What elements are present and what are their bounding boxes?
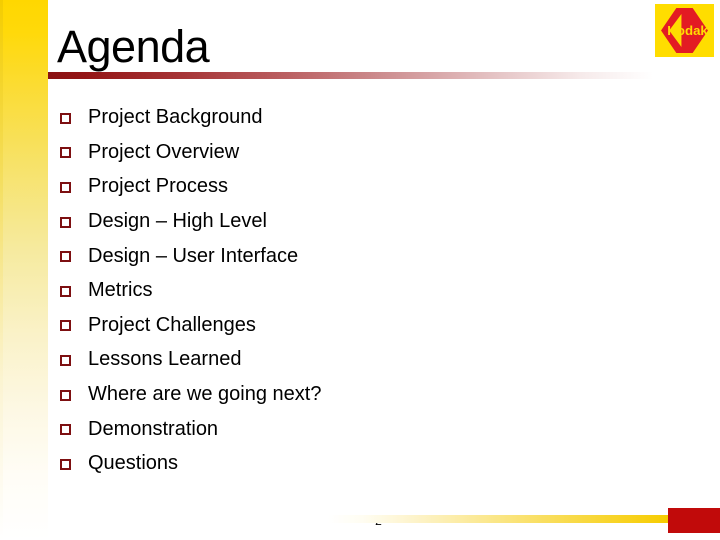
footer-gradient-bar xyxy=(328,515,668,523)
hollow-square-bullet-icon xyxy=(60,147,71,159)
list-item-label: Design – High Level xyxy=(88,210,267,233)
list-item-label: Project Overview xyxy=(88,140,240,163)
kodak-logo: Kodak xyxy=(655,4,714,57)
hollow-square-bullet-icon xyxy=(60,216,71,228)
slide-canvas: Agenda Project Background Project Overvi… xyxy=(0,0,720,540)
list-item: Where are we going next? xyxy=(60,377,640,412)
list-item: Project Process xyxy=(60,169,640,204)
list-item-label: Metrics xyxy=(88,279,153,302)
hollow-square-bullet-icon xyxy=(60,285,71,297)
list-item: Questions xyxy=(60,446,640,481)
slide-title: Agenda xyxy=(57,21,210,72)
list-item: Demonstration xyxy=(60,411,640,446)
list-item-label: Project Background xyxy=(88,106,263,129)
hollow-square-bullet-icon xyxy=(60,251,71,263)
list-item-label: Lessons Learned xyxy=(88,348,242,371)
list-item-label: Design – User Interface xyxy=(88,244,299,267)
list-item-label: Where are we going next? xyxy=(88,383,322,406)
list-item: Lessons Learned xyxy=(60,342,640,377)
kodak-logo-mark-icon: Kodak xyxy=(659,8,710,53)
hollow-square-bullet-icon xyxy=(60,320,71,332)
hollow-square-bullet-icon xyxy=(60,458,71,470)
list-item-label: Project Process xyxy=(88,175,229,198)
list-item: Metrics xyxy=(60,273,640,308)
title-underline-rule xyxy=(48,72,653,79)
hollow-square-bullet-icon xyxy=(60,389,71,401)
hollow-square-bullet-icon xyxy=(60,112,71,124)
list-item: Project Challenges xyxy=(60,308,640,343)
footer-red-block xyxy=(668,508,720,533)
left-band-edge-accent xyxy=(0,0,3,540)
list-item: Project Background xyxy=(60,100,640,135)
list-item-label: Questions xyxy=(88,452,179,475)
left-gradient-band xyxy=(0,0,48,540)
list-item: Design – User Interface xyxy=(60,238,640,273)
list-item-label: Project Challenges xyxy=(88,313,256,336)
hollow-square-bullet-icon xyxy=(60,424,71,436)
agenda-bullet-list: Project Background Project Overview Proj… xyxy=(60,100,640,481)
svg-text:Kodak: Kodak xyxy=(667,23,708,38)
list-item: Design – High Level xyxy=(60,204,640,239)
hollow-square-bullet-icon xyxy=(60,354,71,366)
list-item-label: Demonstration xyxy=(88,417,219,440)
hollow-square-bullet-icon xyxy=(60,181,71,193)
list-item: Project Overview xyxy=(60,135,640,170)
